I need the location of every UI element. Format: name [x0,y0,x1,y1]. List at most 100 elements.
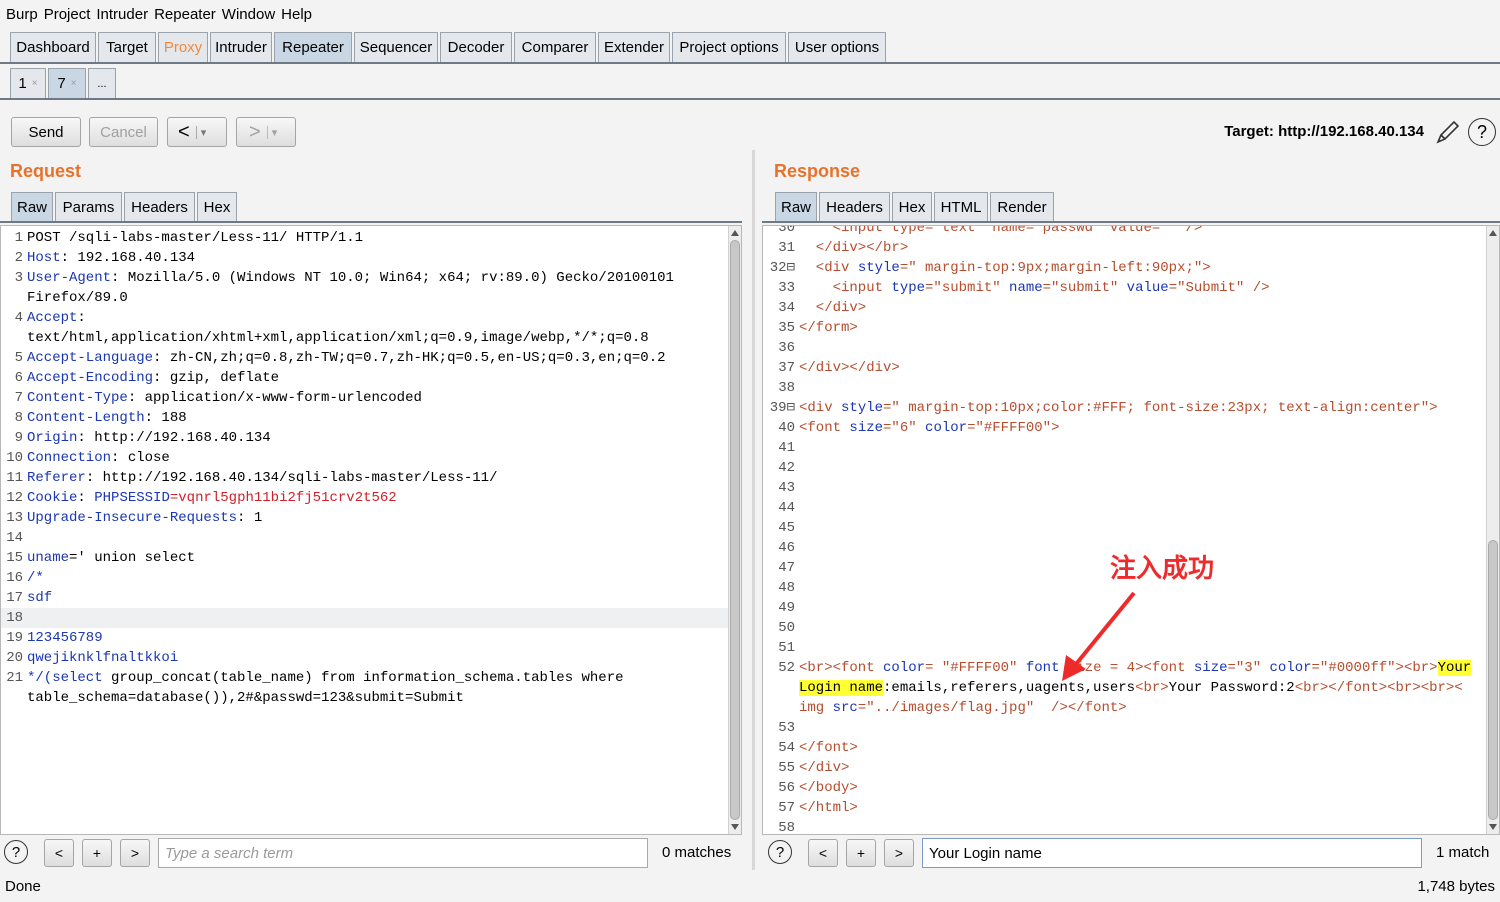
search-next-button[interactable]: > [120,839,150,867]
search-add-button[interactable]: + [846,839,876,867]
code-line[interactable]: text/html,application/xhtml+xml,applicat… [1,328,741,348]
code-line[interactable]: 44 [763,498,1499,518]
request-editor[interactable]: 1 POST /sqli-labs-master/Less-11/ HTTP/1.… [0,225,742,835]
code-line[interactable]: 36 [763,338,1499,358]
code-line[interactable]: 9 Origin: http://192.168.40.134 [1,428,741,448]
code-line[interactable]: 33 <input type="submit" name="submit" va… [763,278,1499,298]
vertical-scrollbar[interactable] [1486,226,1499,834]
code-line[interactable]: 39⊟ <div style=" margin-top:10px;color:#F… [763,398,1499,418]
close-icon[interactable]: × [71,78,77,89]
tab-decoder[interactable]: Decoder [440,32,512,62]
code-line[interactable]: 3 User-Agent: Mozilla/5.0 (Windows NT 10.… [1,268,741,288]
scroll-down-icon[interactable] [1489,824,1497,830]
search-add-button[interactable]: + [82,839,112,867]
tab-sequencer[interactable]: Sequencer [354,32,438,62]
code-line[interactable]: 15 uname=' union select [1,548,741,568]
response-editor[interactable]: 30 <input type="text" name="passwd" valu… [762,225,1500,835]
code-line[interactable]: 34 </div> [763,298,1499,318]
code-line[interactable]: Firefox/89.0 [1,288,741,308]
code-line[interactable]: 31 </div></br> [763,238,1499,258]
repeater-tab-7[interactable]: 7 × [48,68,86,98]
menu-intruder[interactable]: Intruder [96,6,148,23]
code-line[interactable]: 1 POST /sqli-labs-master/Less-11/ HTTP/1.… [1,228,741,248]
code-line[interactable]: 21 */(select group_concat(table_name) fro… [1,668,741,688]
repeater-tab-new[interactable]: ... [88,68,116,98]
code-line[interactable]: 16/* [1,568,741,588]
code-line[interactable]: 30 <input type="text" name="passwd" valu… [763,226,1499,238]
code-line[interactable]: 19 123456789 [1,628,741,648]
code-line[interactable]: 20 qwejiknklfnaltkkoi [1,648,741,668]
code-line[interactable]: 57 </html> [763,798,1499,818]
send-button[interactable]: Send [11,117,81,147]
code-line[interactable]: 12 Cookie: PHPSESSID=vqnrl5gph11bi2fj51cr… [1,488,741,508]
code-line[interactable]: img src="../images/flag.jpg" /></font> [763,698,1499,718]
request-tab-hex[interactable]: Hex [197,192,237,221]
code-line[interactable]: 54 </font> [763,738,1499,758]
request-search-input[interactable]: Type a search term [158,838,648,868]
request-tab-params[interactable]: Params [55,192,122,221]
tab-proxy[interactable]: Proxy [158,32,208,62]
menu-repeater[interactable]: Repeater [154,6,216,23]
tab-comparer[interactable]: Comparer [514,32,596,62]
code-line[interactable]: 7 Content-Type: application/x-www-form-ur… [1,388,741,408]
cancel-button[interactable]: Cancel [89,117,158,147]
help-icon[interactable]: ? [768,840,792,864]
code-line[interactable]: 11 Referer: http://192.168.40.134/sqli-la… [1,468,741,488]
code-line[interactable]: 58 [763,818,1499,834]
code-line[interactable]: 8 Content-Length: 188 [1,408,741,428]
request-tab-raw[interactable]: Raw [11,192,53,221]
help-icon[interactable]: ? [1468,118,1496,146]
code-line[interactable]: 4 Accept: [1,308,741,328]
chevron-down-icon[interactable]: ▾ [266,125,277,139]
code-line[interactable]: 6 Accept-Encoding: gzip, deflate [1,368,741,388]
code-line[interactable]: 53 [763,718,1499,738]
code-line[interactable]: 2 Host: 192.168.40.134 [1,248,741,268]
code-line[interactable]: 17 sdf [1,588,741,608]
response-tab-html[interactable]: HTML [934,192,988,221]
response-tab-hex[interactable]: Hex [892,192,932,221]
tab-project-options[interactable]: Project options [672,32,786,62]
menu-help[interactable]: Help [281,6,312,23]
code-line[interactable]: 35 </form> [763,318,1499,338]
scroll-up-icon[interactable] [1489,230,1497,236]
code-line[interactable]: table_schema=database()),2#&passwd=123&s… [1,688,741,708]
tab-intruder[interactable]: Intruder [210,32,272,62]
tab-user-options[interactable]: User options [788,32,886,62]
code-line[interactable]: 55 </div> [763,758,1499,778]
code-line[interactable]: 5 Accept-Language: zh-CN,zh;q=0.8,zh-TW;q… [1,348,741,368]
chevron-down-icon[interactable]: ▾ [195,125,206,139]
vertical-scrollbar[interactable] [728,226,741,834]
pane-divider[interactable] [752,150,755,870]
code-line[interactable]: 41 [763,438,1499,458]
code-line[interactable]: 56 </body> [763,778,1499,798]
scroll-thumb[interactable] [730,240,740,820]
code-line[interactable]: 40 <font size="6" color="#FFFF00"> [763,418,1499,438]
tab-target[interactable]: Target [98,32,156,62]
close-icon[interactable]: × [32,78,38,89]
help-icon[interactable]: ? [4,840,28,864]
code-line[interactable]: 32⊟ <div style=" margin-top:9px;margin-l… [763,258,1499,278]
scroll-up-icon[interactable] [731,230,739,236]
menu-burp[interactable]: Burp [6,6,38,23]
search-next-button[interactable]: > [884,839,914,867]
code-line[interactable]: 10 Connection: close [1,448,741,468]
search-prev-button[interactable]: < [808,839,838,867]
code-line[interactable]: 14 [1,528,741,548]
response-tab-render[interactable]: Render [990,192,1054,221]
request-tab-headers[interactable]: Headers [124,192,195,221]
menu-project[interactable]: Project [44,6,91,23]
pencil-icon[interactable] [1434,118,1462,146]
response-search-input[interactable]: Your Login name [922,838,1422,868]
scroll-thumb[interactable] [1488,540,1498,820]
code-line[interactable]: 43 [763,478,1499,498]
scroll-down-icon[interactable] [731,824,739,830]
tab-dashboard[interactable]: Dashboard [10,32,96,62]
code-line[interactable]: 13 Upgrade-Insecure-Requests: 1 [1,508,741,528]
tab-extender[interactable]: Extender [598,32,670,62]
code-line[interactable]: 45 [763,518,1499,538]
repeater-tab-1[interactable]: 1 × [10,68,46,98]
response-tab-headers[interactable]: Headers [819,192,890,221]
forward-button[interactable]: > ▾ [236,117,296,147]
code-line[interactable]: 18 [1,608,741,628]
search-prev-button[interactable]: < [44,839,74,867]
